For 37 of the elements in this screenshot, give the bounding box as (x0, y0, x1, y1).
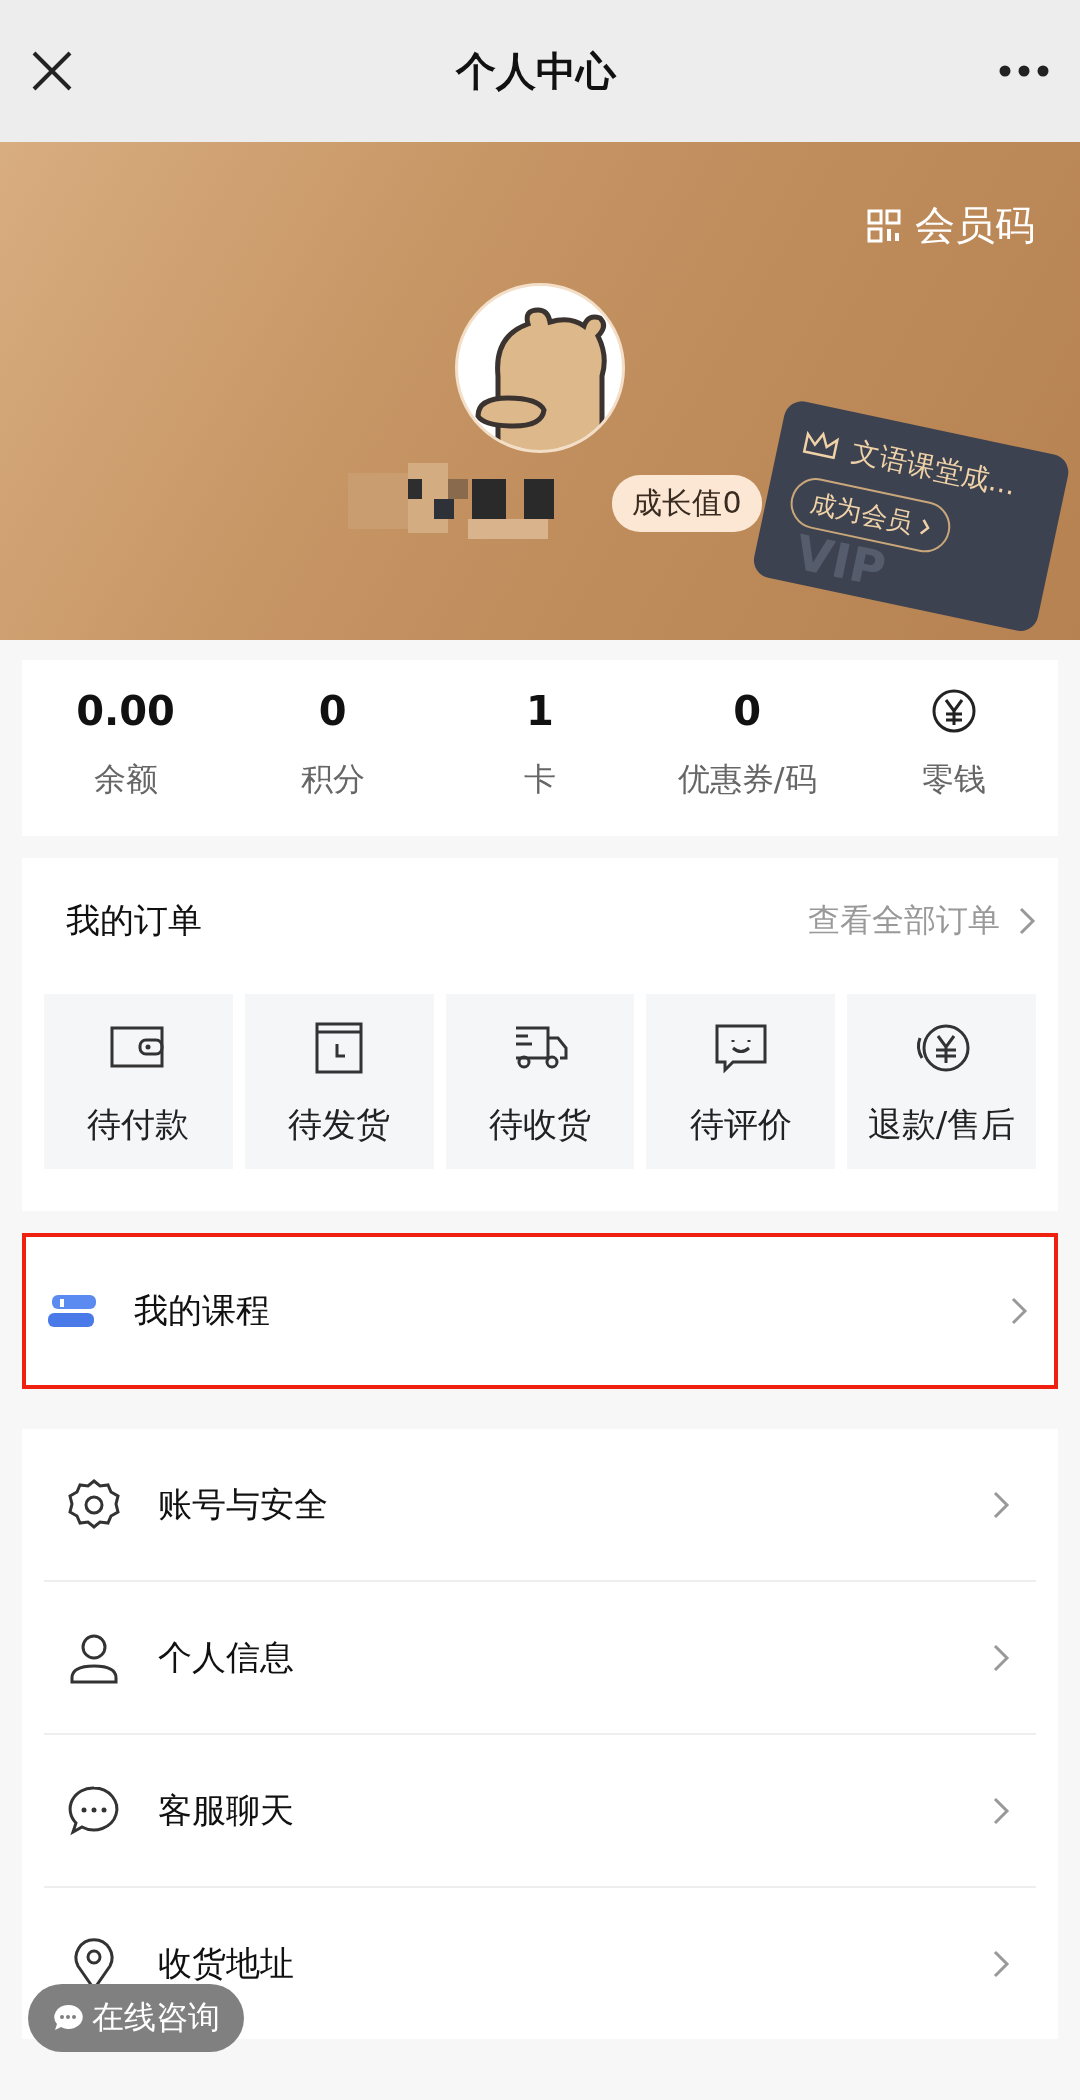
order-status-tile[interactable]: 待发货 (244, 994, 434, 1169)
menu-label: 我的课程 (134, 1289, 271, 1332)
chevron-right-icon (1018, 906, 1036, 936)
yen-coin-icon (931, 688, 978, 734)
order-status-tile[interactable]: 待评价 (646, 994, 836, 1169)
my-courses-row[interactable]: 我的课程 (22, 1233, 1058, 1389)
stat-label[interactable]: 卡 (524, 758, 556, 802)
menu-label[interactable]: 收货地址 (158, 1940, 956, 1987)
stat-value: 0 (318, 687, 347, 736)
chat-bubble-icon (52, 2003, 84, 2033)
chevron-right-icon (918, 517, 932, 537)
online-consult-button[interactable]: 在线咨询 (28, 1984, 244, 2052)
chevron-right-icon (992, 1642, 1010, 1673)
page-title: 个人中心 (456, 46, 616, 96)
qr-code-icon (867, 208, 901, 243)
chevron-right-icon (992, 1489, 1010, 1520)
stat-label[interactable]: 余额 (93, 758, 158, 802)
stat-label[interactable]: 优惠券/码 (677, 758, 817, 802)
stat-label[interactable]: 积分 (300, 758, 365, 802)
menu-label[interactable]: 账号与安全 (158, 1481, 956, 1528)
menu-label[interactable]: 客服聊天 (158, 1787, 956, 1834)
chevron-right-icon (1010, 1296, 1028, 1326)
books-icon (48, 1293, 98, 1329)
stat-value: 0.00 (76, 687, 175, 736)
close-button[interactable] (30, 49, 74, 93)
growth-value-badge: 成长值0 (612, 474, 762, 532)
stat-value: 0 (733, 687, 762, 736)
orders-title: 我的订单 (66, 899, 202, 942)
order-status-tile[interactable]: 退款/售后 (847, 994, 1036, 1169)
stat-value: 1 (526, 687, 554, 736)
stat-label[interactable]: 零钱 (922, 758, 987, 802)
more-button[interactable] (998, 64, 1050, 78)
order-status-tile[interactable]: 待收货 (445, 994, 635, 1169)
chevron-right-icon (992, 1795, 1010, 1826)
order-status-tile[interactable]: 待付款 (44, 994, 233, 1169)
menu-label[interactable]: 个人信息 (158, 1634, 956, 1681)
chevron-right-icon (992, 1948, 1010, 1979)
